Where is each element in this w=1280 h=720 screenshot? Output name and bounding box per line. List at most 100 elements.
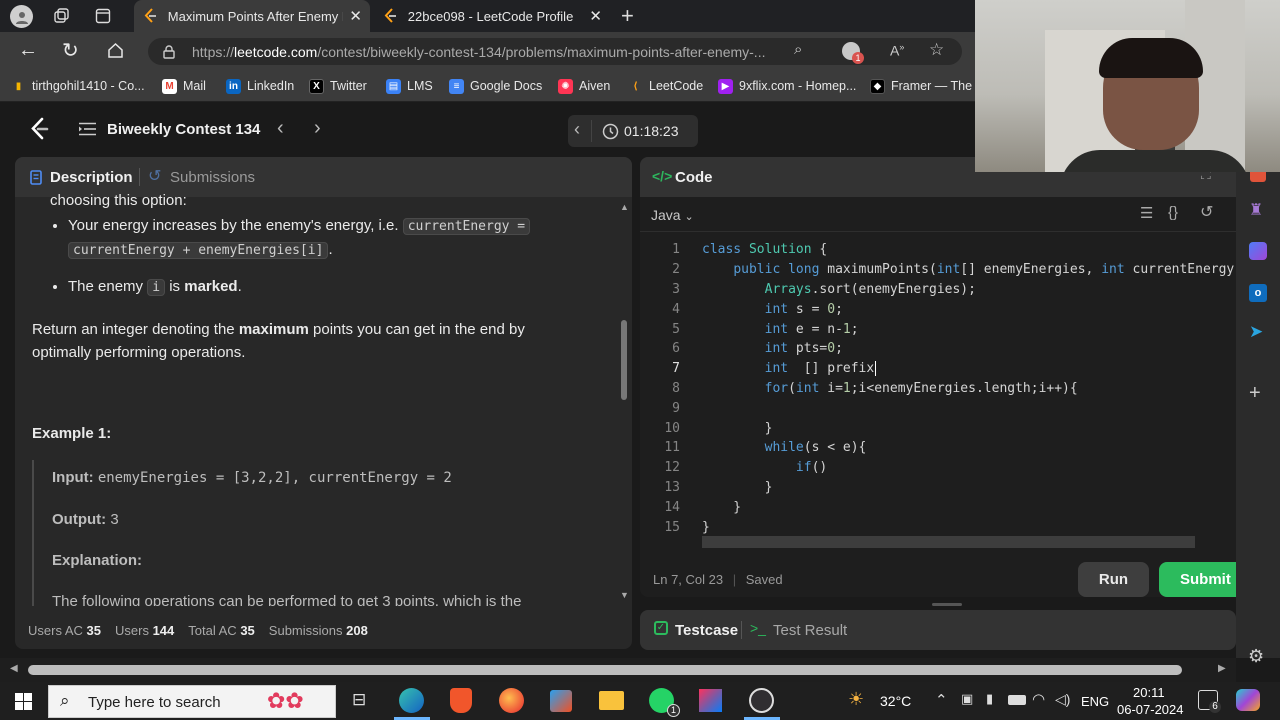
code-line[interactable]: 15} [650, 517, 1236, 537]
scrollbar-thumb[interactable] [28, 665, 1182, 675]
file-explorer-icon[interactable] [599, 691, 624, 710]
code-line[interactable]: 2 public long maximumPoints(int[] enemyE… [650, 260, 1236, 280]
next-problem-icon[interactable]: › [314, 117, 321, 140]
panel-resize-handle[interactable] [932, 603, 962, 606]
code-line[interactable]: 8 for(int i=1;i<enemyEnergies.length;i++… [650, 379, 1236, 399]
leetcode-logo-icon[interactable] [28, 117, 50, 141]
code-line[interactable]: 13 } [650, 478, 1236, 498]
browser-tab-active[interactable]: Maximum Points After Enemy Ba ✕ [134, 0, 370, 32]
back-arrow-icon[interactable]: ← [18, 39, 38, 62]
problem-list-icon[interactable] [78, 121, 96, 137]
mic-icon[interactable]: ▮ [986, 691, 993, 707]
meet-icon[interactable]: ▣ [961, 691, 973, 707]
copilot-icon[interactable] [1249, 242, 1267, 260]
bookmark-item[interactable]: M Mail [162, 76, 206, 96]
bookmark-item[interactable]: ⟨ LeetCode [628, 76, 703, 96]
browser-tab[interactable]: 22bce098 - LeetCode Profile ✕ [374, 0, 610, 32]
contest-title[interactable]: Biweekly Contest 134 [107, 121, 260, 138]
braces-icon[interactable]: {} [1168, 204, 1178, 221]
input-language[interactable]: ENG [1081, 694, 1109, 709]
address-bar[interactable]: https://leetcode.com/contest/biweekly-co… [148, 38, 962, 65]
notifications-icon[interactable]: 6 [1198, 690, 1221, 713]
add-icon[interactable]: + [1249, 382, 1261, 405]
reset-icon[interactable]: ↺ [1200, 202, 1213, 222]
close-icon[interactable]: ✕ [589, 7, 602, 25]
code-editor[interactable]: 1 class Solution {2 public long maximumPo… [650, 240, 1236, 540]
scroll-left-icon[interactable]: ◀ [10, 663, 18, 674]
scroll-down-icon[interactable]: ▼ [620, 590, 629, 600]
clock-date[interactable]: 06-07-2024 [1117, 702, 1184, 717]
bookmark-item[interactable]: in LinkedIn [226, 76, 294, 96]
tab-testcase[interactable]: Testcase [675, 622, 738, 639]
task-view-icon[interactable]: ⊟ [352, 690, 366, 710]
scroll-up-icon[interactable]: ▲ [620, 202, 629, 212]
language-select[interactable]: Java ⌄ [651, 207, 694, 223]
submit-button[interactable]: Submit [1159, 562, 1236, 597]
tray-chevron-icon[interactable]: ⌃ [935, 691, 948, 709]
windows-start-icon[interactable] [14, 692, 32, 710]
whatsapp-icon[interactable]: 1 [649, 688, 680, 717]
timer-collapse-icon[interactable]: ‹ [574, 119, 580, 140]
prev-problem-icon[interactable]: ‹ [277, 117, 284, 140]
tab-actions-icon[interactable] [94, 7, 112, 25]
intellij-icon[interactable] [699, 689, 722, 712]
editor-hscrollbar[interactable] [702, 536, 1195, 548]
sidebar-app-icon[interactable] [1250, 172, 1266, 182]
tab-submissions[interactable]: Submissions [170, 169, 255, 186]
refresh-icon[interactable]: ↻ [62, 38, 79, 63]
run-button[interactable]: Run [1078, 562, 1149, 597]
format-lines-icon[interactable]: ☰ [1140, 204, 1153, 222]
volume-icon[interactable]: ◁) [1055, 691, 1070, 708]
tab-test-result[interactable]: Test Result [773, 622, 847, 639]
store-icon[interactable] [550, 690, 572, 712]
code-line[interactable]: 11 while(s < e){ [650, 438, 1236, 458]
outlook-icon[interactable]: o [1249, 284, 1267, 302]
copilot-taskbar-icon[interactable] [1236, 689, 1260, 711]
profile-avatar-icon[interactable] [10, 5, 33, 28]
firefox-icon[interactable] [499, 688, 524, 713]
code-line[interactable]: 1 class Solution { [650, 240, 1236, 260]
bookmark-item[interactable]: ▮ tirthgohil1410 - Co... [11, 76, 145, 96]
code-line[interactable]: 3 Arrays.sort(enemyEnergies); [650, 280, 1236, 300]
close-icon[interactable]: ✕ [349, 7, 362, 25]
send-icon[interactable]: ➤ [1249, 322, 1263, 342]
workspaces-icon[interactable] [52, 7, 70, 25]
code-line[interactable]: 6 int pts=0; [650, 339, 1236, 359]
tab-description[interactable]: Description [50, 169, 133, 186]
description-scrollbar[interactable]: ▲ ▼ [619, 202, 629, 602]
page-hscrollbar[interactable]: ◀ ▶ [0, 658, 1236, 682]
extension-icon[interactable]: 1 [842, 42, 864, 64]
code-line[interactable]: 5 int e = n-1; [650, 319, 1236, 339]
bookmark-item[interactable]: X Twitter [309, 76, 367, 96]
clock-time[interactable]: 20:11 [1133, 685, 1165, 700]
lock-icon[interactable] [162, 44, 176, 59]
code-tab-label[interactable]: Code [675, 169, 713, 186]
bookmark-item[interactable]: ◆ Framer — The [870, 76, 972, 96]
bookmark-item[interactable]: ▶ 9xflix.com - Homep... [718, 76, 856, 96]
code-line[interactable]: 7 int [] prefix [650, 359, 1236, 379]
taskbar-search[interactable]: ⌕ Type here to search ✿✿ [48, 685, 336, 718]
code-line[interactable]: 9 [650, 398, 1236, 418]
code-line[interactable]: 4 int s = 0; [650, 299, 1236, 319]
new-tab-icon[interactable]: + [621, 3, 634, 29]
bookmark-item[interactable]: ▤ LMS [386, 76, 433, 96]
favorite-star-icon[interactable]: ☆ [929, 40, 944, 60]
weather-temp[interactable]: 32°C [880, 693, 911, 709]
bookmark-item[interactable]: ✺ Aiven [558, 76, 610, 96]
wifi-icon[interactable]: ◠ [1032, 690, 1045, 708]
obs-icon[interactable] [749, 688, 774, 713]
code-line[interactable]: 10 } [650, 418, 1236, 438]
code-line[interactable]: 12 if() [650, 458, 1236, 478]
weather-icon[interactable]: ☀ [848, 689, 864, 710]
scrollbar-thumb[interactable] [621, 320, 627, 400]
bookmark-item[interactable]: ≡ Google Docs [449, 76, 542, 96]
timer-widget[interactable]: ‹ 01:18:23 [568, 115, 698, 147]
scroll-right-icon[interactable]: ▶ [1218, 663, 1226, 674]
home-icon[interactable] [106, 41, 124, 59]
battery-icon[interactable] [1008, 695, 1026, 705]
tools-icon[interactable]: ♜ [1249, 200, 1263, 220]
code-line[interactable]: 14 } [650, 497, 1236, 517]
zoom-icon[interactable]: ⌕ [794, 41, 802, 58]
read-aloud-icon[interactable]: A» [890, 42, 904, 59]
settings-gear-icon[interactable]: ⚙ [1248, 646, 1264, 667]
